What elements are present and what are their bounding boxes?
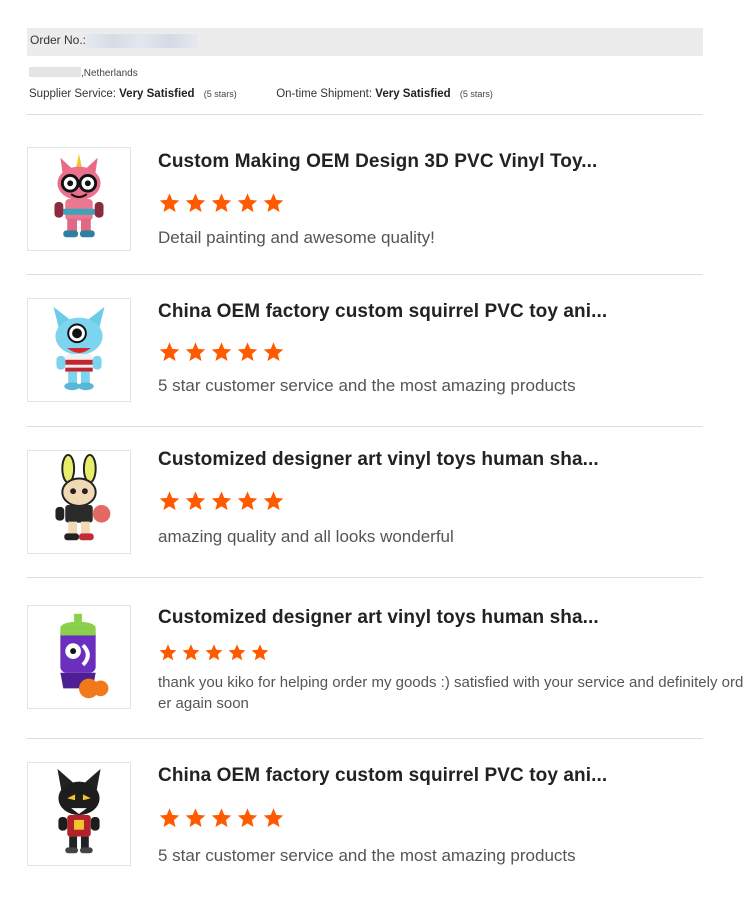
star-rating xyxy=(158,341,285,363)
review-comment: Detail painting and awesome quality! xyxy=(158,228,435,247)
star-rating xyxy=(158,490,285,512)
star-icon xyxy=(158,341,181,363)
purple-spray-can-toy-icon xyxy=(60,613,109,699)
divider xyxy=(27,577,703,578)
star-icon xyxy=(262,807,285,829)
star-icon xyxy=(158,490,181,512)
star-icon xyxy=(184,341,207,363)
star-rating xyxy=(158,807,285,829)
shipment-label: On-time Shipment: xyxy=(276,88,373,100)
buyer-location: ,Netherlands xyxy=(29,67,138,79)
star-icon xyxy=(158,807,181,829)
divider xyxy=(27,274,703,275)
star-icon xyxy=(262,341,285,363)
star-icon xyxy=(158,192,181,214)
star-icon xyxy=(236,807,259,829)
divider xyxy=(27,738,703,739)
star-icon xyxy=(158,643,178,662)
blue-cyclops-cat-toy-icon xyxy=(53,306,105,391)
star-icon xyxy=(210,192,233,214)
shipment-stars: (5 stars) xyxy=(459,89,493,99)
supplier-service-value: Very Satisfied xyxy=(119,88,195,100)
star-rating xyxy=(158,192,285,214)
star-icon xyxy=(210,341,233,363)
review-comment: 5 star customer service and the most ama… xyxy=(158,376,576,395)
review-comment: thank you kiko for helping order my good… xyxy=(158,674,744,712)
product-title[interactable]: Customized designer art vinyl toys human… xyxy=(158,607,599,629)
product-image[interactable] xyxy=(27,762,131,866)
product-title[interactable]: Customized designer art vinyl toys human… xyxy=(158,449,599,471)
star-icon xyxy=(262,192,285,214)
pink-cat-toy-with-glasses-icon xyxy=(54,153,104,238)
product-image[interactable] xyxy=(27,450,131,554)
product-image[interactable] xyxy=(27,147,131,251)
divider xyxy=(27,426,703,427)
review-comment: 5 star customer service and the most ama… xyxy=(158,846,576,865)
review-comment: amazing quality and all looks wonderful xyxy=(158,527,454,546)
shipment-value: Very Satisfied xyxy=(375,88,451,100)
order-number-label: Order No.: xyxy=(30,33,87,47)
buyer-name-redacted xyxy=(29,67,81,77)
divider xyxy=(27,114,703,115)
star-icon xyxy=(184,192,207,214)
supplier-service-stars: (5 stars) xyxy=(203,89,237,99)
buyer-country: ,Netherlands xyxy=(81,68,138,79)
black-wolf-toy-icon xyxy=(57,768,101,854)
star-icon xyxy=(204,643,224,662)
star-icon xyxy=(181,643,201,662)
star-icon xyxy=(236,341,259,363)
star-icon xyxy=(236,490,259,512)
star-icon xyxy=(227,643,247,662)
star-rating xyxy=(158,643,270,662)
product-title[interactable]: China OEM factory custom squirrel PVC to… xyxy=(158,765,607,787)
bunny-ear-boxer-toy-icon xyxy=(55,453,111,541)
product-title[interactable]: Custom Making OEM Design 3D PVC Vinyl To… xyxy=(158,151,597,173)
star-icon xyxy=(184,807,207,829)
star-icon xyxy=(210,490,233,512)
star-icon xyxy=(236,192,259,214)
star-icon xyxy=(250,643,270,662)
order-number-bar: Order No.: xyxy=(27,28,703,56)
star-icon xyxy=(184,490,207,512)
supplier-service-label: Supplier Service: xyxy=(29,88,116,100)
order-ratings: Supplier Service: Very Satisfied (5 star… xyxy=(29,88,493,100)
product-image[interactable] xyxy=(27,605,131,709)
product-title[interactable]: China OEM factory custom squirrel PVC to… xyxy=(158,301,607,323)
order-number-redacted xyxy=(85,34,198,48)
star-icon xyxy=(210,807,233,829)
star-icon xyxy=(262,490,285,512)
product-image[interactable] xyxy=(27,298,131,402)
